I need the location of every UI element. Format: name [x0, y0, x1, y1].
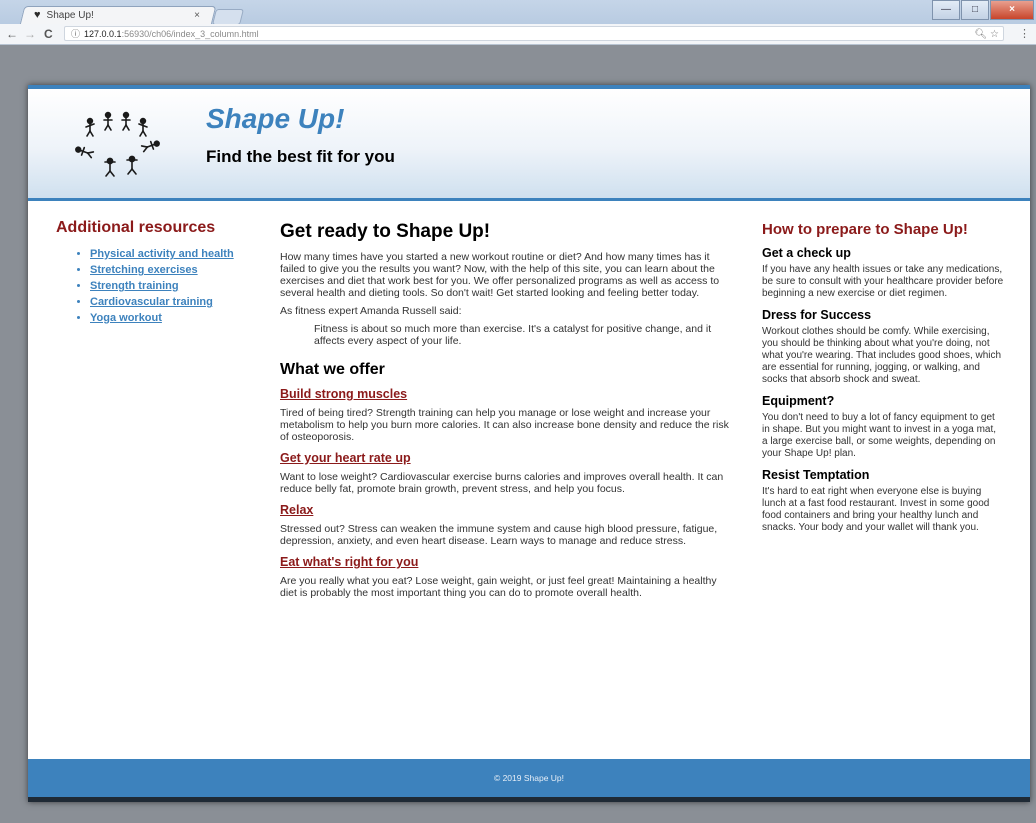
minimize-button[interactable]: — [932, 0, 960, 20]
page-viewport: Shape Up! Find the best fit for you Addi… [28, 85, 1030, 802]
sidebar: Additional resources Physical activity a… [56, 219, 246, 327]
quote-intro: As fitness expert Amanda Russell said: [280, 305, 462, 317]
menu-icon[interactable]: ⋮ [1019, 27, 1030, 40]
prepare-aside: How to prepare to Shape Up! Get a check … [762, 221, 1004, 542]
aside-section-title: Resist Temptation [762, 468, 870, 482]
list-item: Strength training [90, 279, 246, 294]
window-controls: — □ × [931, 0, 1034, 20]
offer-text: Tired of being tired? Strength training … [280, 407, 729, 443]
aside-section-text: It's hard to eat right when everyone els… [762, 486, 990, 533]
browser-chrome: ♥ Shape Up! × — □ × ← → C ⓘ 127.0.0.1:569… [0, 0, 1036, 45]
close-window-button[interactable]: × [990, 0, 1034, 20]
offer-heading: What we offer [280, 361, 385, 378]
aside-section-title: Equipment? [762, 394, 835, 408]
offer-title: Relax [280, 503, 736, 517]
resource-list: Physical activity and health Stretching … [56, 247, 246, 326]
people-circle-logo [75, 111, 160, 177]
url-host: 127.0.0.1 [84, 29, 122, 39]
quote: Fitness is about so much more than exerc… [314, 323, 712, 347]
link-strength[interactable]: Strength training [90, 280, 179, 292]
link-heart-rate[interactable]: Get your heart rate up [280, 451, 411, 465]
heart-icon: ♥ [34, 9, 41, 21]
address-bar[interactable]: ⓘ 127.0.0.1:56930/ch06/index_3_column.htm… [64, 26, 1004, 41]
intro-text: How many times have you started a new wo… [280, 251, 720, 299]
browser-toolbar: ← → C ⓘ 127.0.0.1:56930/ch06/index_3_colu… [0, 24, 1036, 45]
forward-icon[interactable]: → [24, 27, 36, 41]
info-icon[interactable]: ⓘ [71, 29, 80, 39]
offer-title: Get your heart rate up [280, 451, 736, 465]
new-tab-button[interactable] [212, 9, 244, 25]
offer-title: Eat what's right for you [280, 555, 736, 569]
main-content: Get ready to Shape Up! How many times ha… [280, 221, 736, 605]
aside-section-text: Workout clothes should be comfy. While e… [762, 326, 1002, 385]
offer-text: Are you really what you eat? Lose weight… [280, 575, 717, 599]
site-subtitle: Find the best fit for you [206, 147, 395, 166]
site-title: Shape Up! [206, 103, 345, 134]
list-item: Yoga workout [90, 311, 246, 326]
link-relax[interactable]: Relax [280, 503, 313, 517]
aside-section-title: Dress for Success [762, 308, 872, 322]
tab-bar: ♥ Shape Up! × — □ × [0, 0, 1036, 25]
list-item: Physical activity and health [90, 247, 246, 262]
link-physical-activity[interactable]: Physical activity and health [90, 248, 234, 260]
offer-text: Stressed out? Stress can weaken the immu… [280, 523, 718, 547]
offer-text: Want to lose weight? Cardiovascular exer… [280, 471, 724, 495]
tab-active[interactable]: ♥ Shape Up! × [22, 6, 212, 24]
link-yoga[interactable]: Yoga workout [90, 312, 162, 324]
link-build-muscles[interactable]: Build strong muscles [280, 387, 407, 401]
close-tab-icon[interactable]: × [194, 10, 200, 21]
aside-heading: How to prepare to Shape Up! [762, 221, 968, 238]
url-path: :56930/ch06/index_3_column.html [121, 29, 259, 39]
site-footer: © 2019 Shape Up! [28, 759, 1030, 802]
copyright-text: © 2019 Shape Up! [493, 773, 565, 783]
list-item: Cardiovascular training [90, 295, 246, 310]
link-stretching[interactable]: Stretching exercises [90, 264, 198, 276]
aside-section-text: You don't need to buy a lot of fancy equ… [762, 412, 997, 459]
offer-title: Build strong muscles [280, 387, 736, 401]
main-title: Get ready to Shape Up! [280, 221, 491, 242]
sidebar-heading: Additional resources [56, 219, 216, 236]
link-eat-right[interactable]: Eat what's right for you [280, 555, 418, 569]
aside-section-title: Get a check up [762, 246, 851, 260]
link-cardio[interactable]: Cardiovascular training [90, 296, 213, 308]
aside-section-text: If you have any health issues or take an… [762, 264, 1004, 299]
tab-title: Shape Up! [46, 9, 94, 21]
back-icon[interactable]: ← [6, 27, 18, 41]
maximize-button[interactable]: □ [961, 0, 989, 20]
site-header: Shape Up! Find the best fit for you [28, 85, 1030, 201]
reload-icon[interactable]: C [44, 27, 53, 41]
zoom-star-icons[interactable]: 🔍︎ ☆ [975, 27, 999, 42]
list-item: Stretching exercises [90, 263, 246, 278]
